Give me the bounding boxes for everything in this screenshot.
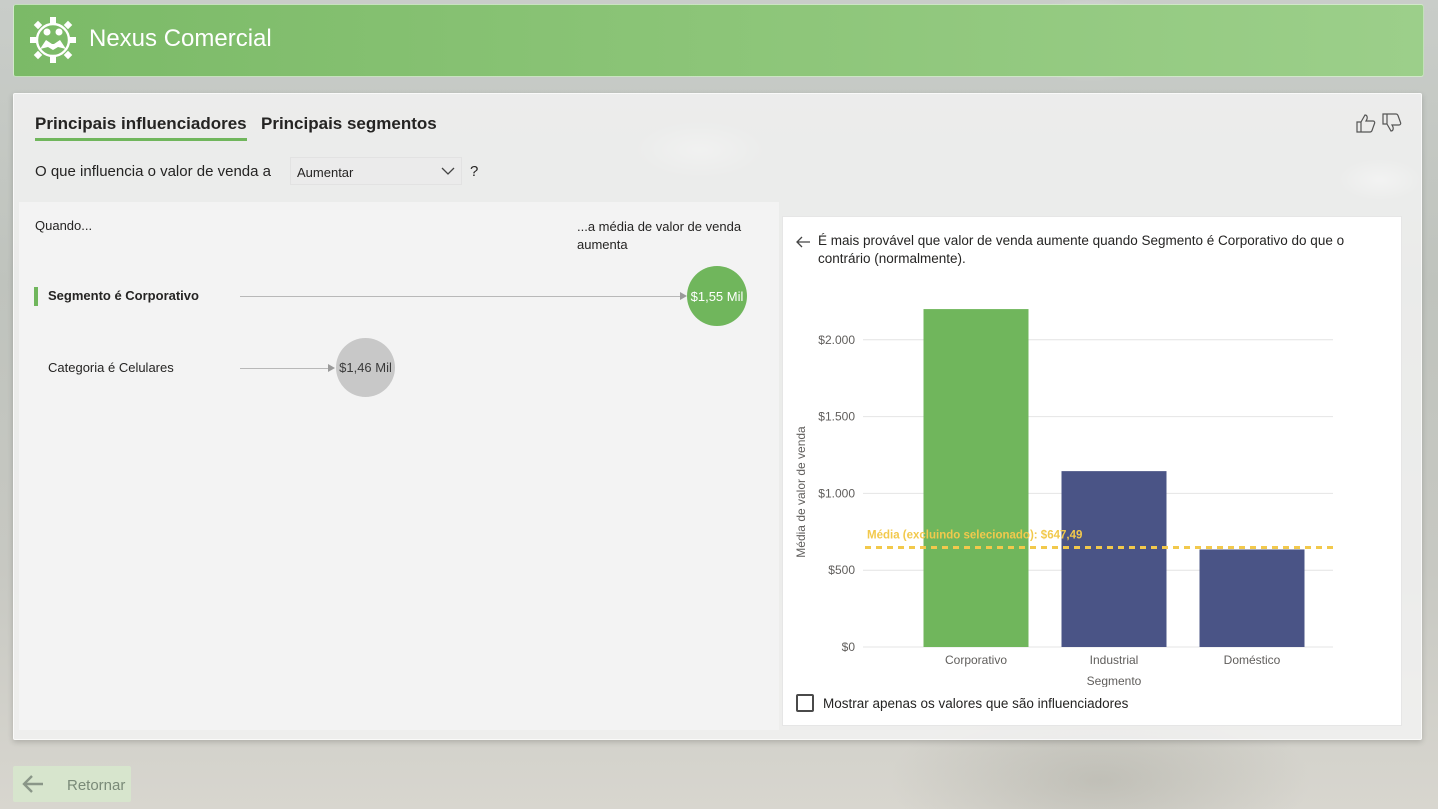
checkbox[interactable]	[796, 694, 814, 712]
thumbs-down-icon[interactable]	[1381, 113, 1403, 133]
arrow-right-icon	[328, 364, 335, 372]
x-axis-title: Segmento	[1087, 674, 1142, 687]
bar	[1061, 471, 1167, 647]
influencer-connector	[240, 296, 681, 297]
thumbs-up-icon[interactable]	[1355, 113, 1377, 133]
detail-description: É mais provável que valor de venda aumen…	[818, 233, 1345, 266]
influencer-row[interactable]: Categoria é Celulares $1,46 Mil	[19, 338, 779, 398]
influencer-label: Categoria é Celulares	[48, 360, 174, 375]
x-tick-label: Corporativo	[945, 653, 1007, 667]
tab-key-influencers[interactable]: Principais influenciadores	[35, 114, 247, 141]
app-header: Nexus Comercial	[13, 4, 1424, 77]
x-tick-label: Doméstico	[1224, 653, 1281, 667]
back-button[interactable]: Retornar	[13, 766, 131, 802]
influencers-only-toggle[interactable]: Mostrar apenas os valores que são influe…	[796, 694, 1128, 712]
chevron-down-icon	[441, 167, 455, 175]
segment-bar-chart: $0 $500 $1.000 $1.500 $2.000 Corporativo Indus…	[794, 309, 1335, 687]
influence-question: O que influencia o valor de venda a	[35, 163, 271, 180]
bar	[923, 309, 1029, 647]
arrow-left-icon	[22, 775, 43, 793]
y-tick-label: $1.000	[818, 486, 855, 500]
when-label: Quando...	[35, 218, 93, 233]
direction-dropdown[interactable]: Aumentar	[290, 157, 462, 185]
influencer-connector	[240, 368, 329, 369]
x-tick-label: Industrial	[1090, 653, 1139, 667]
y-tick-label: $500	[828, 563, 855, 577]
y-axis-title: Média de valor de venda	[794, 426, 808, 558]
back-button-label: Retornar	[67, 777, 126, 794]
key-influencers-panel: Principais influenciadores Principais se…	[13, 93, 1422, 740]
question-mark: ?	[470, 163, 479, 180]
average-label: ...a média de valor de venda aumenta	[577, 219, 742, 252]
dropdown-value: Aumentar	[297, 165, 354, 180]
y-tick-label: $0	[842, 640, 856, 654]
y-tick-label: $1.500	[818, 410, 855, 424]
influencer-label: Segmento é Corporativo	[48, 288, 199, 303]
checkbox-label: Mostrar apenas os valores que são influe…	[823, 695, 1129, 711]
influencers-list: Quando... ...a média de valor de venda a…	[19, 202, 779, 730]
influencer-value-bubble: $1,46 Mil	[336, 338, 395, 397]
tab-top-segments[interactable]: Principais segmentos	[261, 114, 437, 134]
arrow-left-icon[interactable]	[795, 235, 811, 249]
app-title: Nexus Comercial	[89, 25, 272, 52]
influencer-detail-card: É mais provável que valor de venda aumen…	[782, 216, 1402, 726]
handshake-gear-icon	[30, 17, 76, 63]
influencer-value-bubble: $1,55 Mil	[687, 266, 747, 326]
y-tick-label: $2.000	[818, 333, 855, 347]
bar	[1199, 549, 1305, 647]
influencer-row[interactable]: Segmento é Corporativo $1,55 Mil	[19, 266, 779, 326]
average-reference-label: Média (excluindo selecionado): $647,49	[867, 530, 1082, 542]
arrow-right-icon	[680, 292, 687, 300]
